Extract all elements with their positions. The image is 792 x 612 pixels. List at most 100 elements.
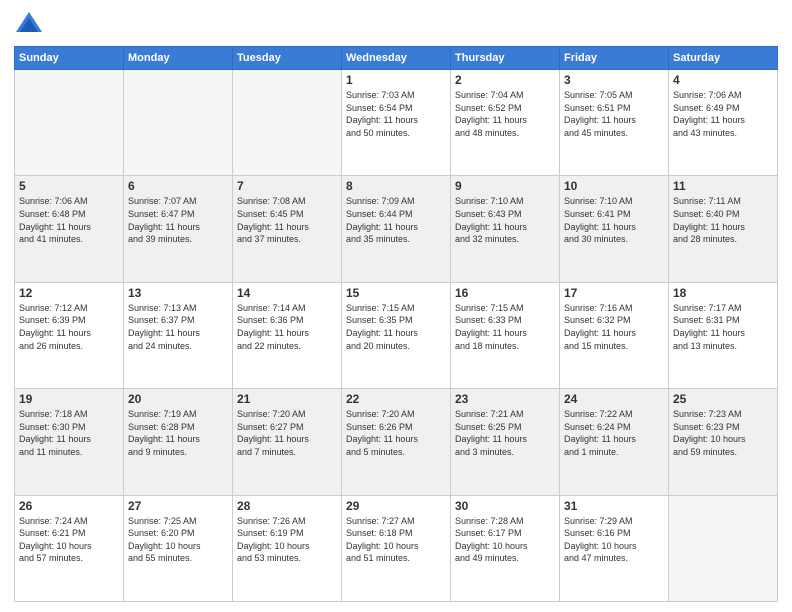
day-info: Sunrise: 7:13 AM Sunset: 6:37 PM Dayligh… <box>128 302 228 352</box>
calendar-cell: 9 Sunrise: 7:10 AM Sunset: 6:43 PM Daylig… <box>451 176 560 282</box>
calendar-cell: 14 Sunrise: 7:14 AM Sunset: 6:36 PM Dayli… <box>233 282 342 388</box>
day-number: 9 <box>455 179 555 193</box>
day-number: 12 <box>19 286 119 300</box>
day-info: Sunrise: 7:10 AM Sunset: 6:41 PM Dayligh… <box>564 195 664 245</box>
calendar-cell <box>15 70 124 176</box>
day-info: Sunrise: 7:21 AM Sunset: 6:25 PM Dayligh… <box>455 408 555 458</box>
day-info: Sunrise: 7:12 AM Sunset: 6:39 PM Dayligh… <box>19 302 119 352</box>
calendar-cell: 13 Sunrise: 7:13 AM Sunset: 6:37 PM Dayli… <box>124 282 233 388</box>
calendar-cell: 1 Sunrise: 7:03 AM Sunset: 6:54 PM Daylig… <box>342 70 451 176</box>
day-number: 14 <box>237 286 337 300</box>
day-info: Sunrise: 7:11 AM Sunset: 6:40 PM Dayligh… <box>673 195 773 245</box>
day-number: 28 <box>237 499 337 513</box>
day-info: Sunrise: 7:15 AM Sunset: 6:35 PM Dayligh… <box>346 302 446 352</box>
calendar-cell <box>669 495 778 601</box>
calendar-cell: 18 Sunrise: 7:17 AM Sunset: 6:31 PM Dayli… <box>669 282 778 388</box>
calendar-cell: 25 Sunrise: 7:23 AM Sunset: 6:23 PM Dayli… <box>669 389 778 495</box>
logo-icon <box>14 10 44 40</box>
calendar-cell: 30 Sunrise: 7:28 AM Sunset: 6:17 PM Dayli… <box>451 495 560 601</box>
calendar-cell: 24 Sunrise: 7:22 AM Sunset: 6:24 PM Dayli… <box>560 389 669 495</box>
calendar-cell: 20 Sunrise: 7:19 AM Sunset: 6:28 PM Dayli… <box>124 389 233 495</box>
day-number: 17 <box>564 286 664 300</box>
weekday-header-row: SundayMondayTuesdayWednesdayThursdayFrid… <box>15 47 778 70</box>
weekday-header-saturday: Saturday <box>669 47 778 70</box>
day-info: Sunrise: 7:25 AM Sunset: 6:20 PM Dayligh… <box>128 515 228 565</box>
day-number: 20 <box>128 392 228 406</box>
day-info: Sunrise: 7:09 AM Sunset: 6:44 PM Dayligh… <box>346 195 446 245</box>
header <box>14 10 778 40</box>
page: SundayMondayTuesdayWednesdayThursdayFrid… <box>0 0 792 612</box>
day-info: Sunrise: 7:06 AM Sunset: 6:48 PM Dayligh… <box>19 195 119 245</box>
day-number: 22 <box>346 392 446 406</box>
calendar-cell: 23 Sunrise: 7:21 AM Sunset: 6:25 PM Dayli… <box>451 389 560 495</box>
day-info: Sunrise: 7:17 AM Sunset: 6:31 PM Dayligh… <box>673 302 773 352</box>
day-number: 13 <box>128 286 228 300</box>
calendar-cell: 7 Sunrise: 7:08 AM Sunset: 6:45 PM Daylig… <box>233 176 342 282</box>
calendar-cell: 2Sunrise: 7:04 AM Sunset: 6:52 PM Daylig… <box>451 70 560 176</box>
day-info: Sunrise: 7:19 AM Sunset: 6:28 PM Dayligh… <box>128 408 228 458</box>
calendar-cell: 22 Sunrise: 7:20 AM Sunset: 6:26 PM Dayli… <box>342 389 451 495</box>
day-number: 16 <box>455 286 555 300</box>
day-info: Sunrise: 7:23 AM Sunset: 6:23 PM Dayligh… <box>673 408 773 458</box>
calendar-week-row: 1 Sunrise: 7:03 AM Sunset: 6:54 PM Daylig… <box>15 70 778 176</box>
calendar-cell <box>124 70 233 176</box>
logo <box>14 10 48 40</box>
calendar-cell: 8 Sunrise: 7:09 AM Sunset: 6:44 PM Daylig… <box>342 176 451 282</box>
day-number: 1 <box>346 73 446 87</box>
day-number: 27 <box>128 499 228 513</box>
day-info: Sunrise: 7:20 AM Sunset: 6:27 PM Dayligh… <box>237 408 337 458</box>
day-info: Sunrise: 7:08 AM Sunset: 6:45 PM Dayligh… <box>237 195 337 245</box>
calendar-cell: 4 Sunrise: 7:06 AM Sunset: 6:49 PM Daylig… <box>669 70 778 176</box>
weekday-header-monday: Monday <box>124 47 233 70</box>
calendar-cell: 12 Sunrise: 7:12 AM Sunset: 6:39 PM Dayli… <box>15 282 124 388</box>
weekday-header-wednesday: Wednesday <box>342 47 451 70</box>
day-number: 15 <box>346 286 446 300</box>
day-info: Sunrise: 7:15 AM Sunset: 6:33 PM Dayligh… <box>455 302 555 352</box>
day-number: 23 <box>455 392 555 406</box>
weekday-header-sunday: Sunday <box>15 47 124 70</box>
day-info: Sunrise: 7:26 AM Sunset: 6:19 PM Dayligh… <box>237 515 337 565</box>
calendar-cell: 26 Sunrise: 7:24 AM Sunset: 6:21 PM Dayli… <box>15 495 124 601</box>
day-number: 6 <box>128 179 228 193</box>
day-number: 25 <box>673 392 773 406</box>
day-number: 18 <box>673 286 773 300</box>
weekday-header-thursday: Thursday <box>451 47 560 70</box>
calendar-table: SundayMondayTuesdayWednesdayThursdayFrid… <box>14 46 778 602</box>
day-number: 30 <box>455 499 555 513</box>
day-info: Sunrise: 7:14 AM Sunset: 6:36 PM Dayligh… <box>237 302 337 352</box>
day-info: Sunrise: 7:27 AM Sunset: 6:18 PM Dayligh… <box>346 515 446 565</box>
calendar-week-row: 12 Sunrise: 7:12 AM Sunset: 6:39 PM Dayli… <box>15 282 778 388</box>
day-number: 19 <box>19 392 119 406</box>
day-number: 4 <box>673 73 773 87</box>
calendar-cell: 17 Sunrise: 7:16 AM Sunset: 6:32 PM Dayli… <box>560 282 669 388</box>
day-info: Sunrise: 7:03 AM Sunset: 6:54 PM Dayligh… <box>346 89 446 139</box>
day-info: Sunrise: 7:24 AM Sunset: 6:21 PM Dayligh… <box>19 515 119 565</box>
day-number: 2 <box>455 73 555 87</box>
day-number: 7 <box>237 179 337 193</box>
day-info: Sunrise: 7:20 AM Sunset: 6:26 PM Dayligh… <box>346 408 446 458</box>
day-number: 11 <box>673 179 773 193</box>
day-number: 21 <box>237 392 337 406</box>
day-info: Sunrise: 7:28 AM Sunset: 6:17 PM Dayligh… <box>455 515 555 565</box>
calendar-cell: 16 Sunrise: 7:15 AM Sunset: 6:33 PM Dayli… <box>451 282 560 388</box>
calendar-cell: 28 Sunrise: 7:26 AM Sunset: 6:19 PM Dayli… <box>233 495 342 601</box>
day-number: 31 <box>564 499 664 513</box>
day-number: 8 <box>346 179 446 193</box>
calendar-cell: 5Sunrise: 7:06 AM Sunset: 6:48 PM Daylig… <box>15 176 124 282</box>
calendar-cell: 19Sunrise: 7:18 AM Sunset: 6:30 PM Dayli… <box>15 389 124 495</box>
day-info: Sunrise: 7:29 AM Sunset: 6:16 PM Dayligh… <box>564 515 664 565</box>
day-info: Sunrise: 7:10 AM Sunset: 6:43 PM Dayligh… <box>455 195 555 245</box>
day-number: 24 <box>564 392 664 406</box>
calendar-week-row: 5Sunrise: 7:06 AM Sunset: 6:48 PM Daylig… <box>15 176 778 282</box>
calendar-cell: 10Sunrise: 7:10 AM Sunset: 6:41 PM Dayli… <box>560 176 669 282</box>
day-info: Sunrise: 7:16 AM Sunset: 6:32 PM Dayligh… <box>564 302 664 352</box>
day-info: Sunrise: 7:05 AM Sunset: 6:51 PM Dayligh… <box>564 89 664 139</box>
day-number: 26 <box>19 499 119 513</box>
weekday-header-friday: Friday <box>560 47 669 70</box>
day-number: 29 <box>346 499 446 513</box>
calendar-cell: 27 Sunrise: 7:25 AM Sunset: 6:20 PM Dayli… <box>124 495 233 601</box>
day-info: Sunrise: 7:06 AM Sunset: 6:49 PM Dayligh… <box>673 89 773 139</box>
day-number: 3 <box>564 73 664 87</box>
calendar-cell <box>233 70 342 176</box>
day-info: Sunrise: 7:22 AM Sunset: 6:24 PM Dayligh… <box>564 408 664 458</box>
